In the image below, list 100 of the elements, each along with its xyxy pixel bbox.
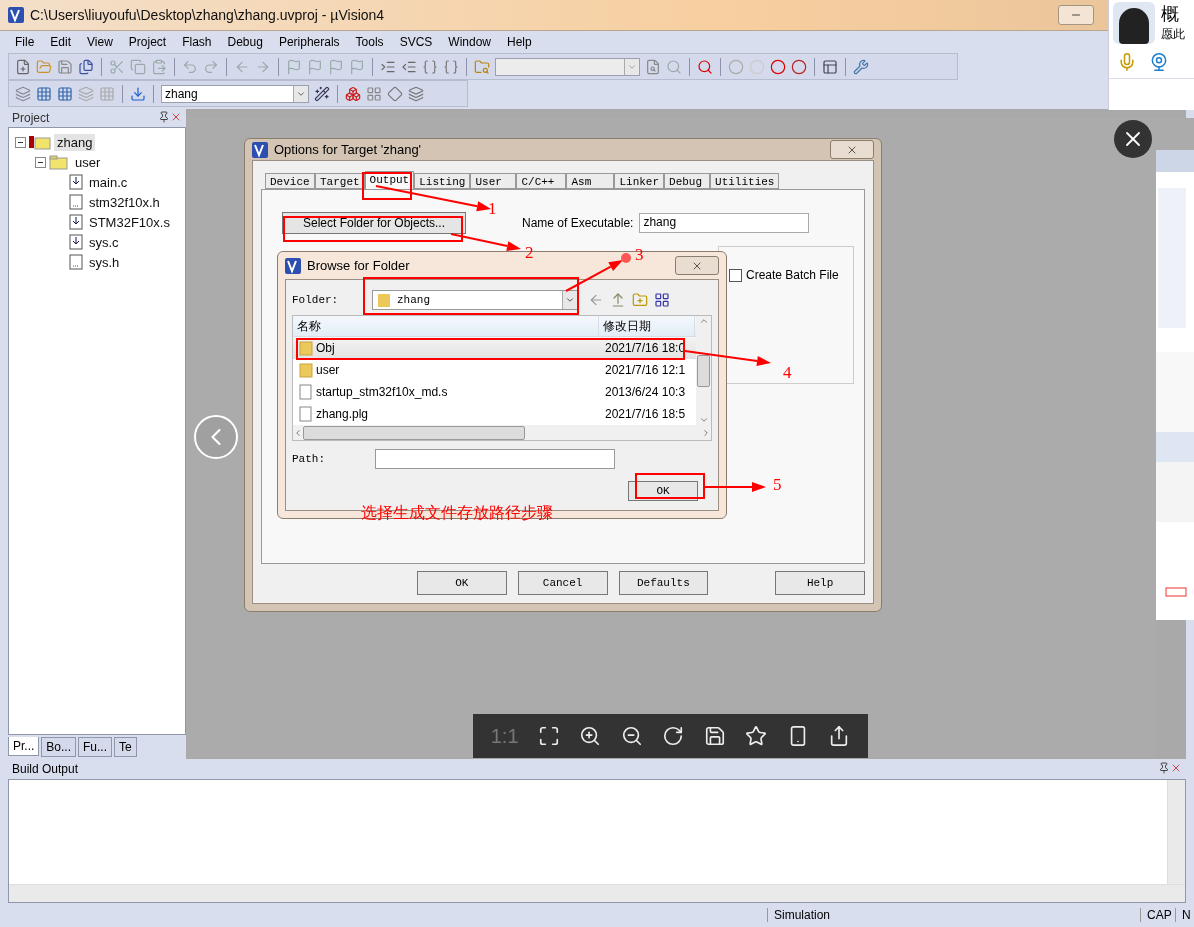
copy-icon[interactable] xyxy=(130,58,146,75)
download-icon[interactable] xyxy=(130,85,146,102)
pin-icon[interactable] xyxy=(158,110,170,123)
tree-item[interactable]: zhang xyxy=(54,133,96,151)
expand-toggle[interactable] xyxy=(35,156,46,168)
previous-button[interactable] xyxy=(194,415,238,459)
search-combo[interactable] xyxy=(495,57,640,76)
grid-icon[interactable] xyxy=(57,85,73,102)
panel-tab[interactable]: Fu... xyxy=(78,737,113,757)
tree-item[interactable]: user xyxy=(72,153,104,171)
grid-icon[interactable] xyxy=(36,85,52,102)
menu-item[interactable]: Project xyxy=(121,33,174,51)
tab[interactable]: Device xyxy=(265,173,315,189)
scrollbar[interactable] xyxy=(293,425,711,440)
tab[interactable]: Target xyxy=(315,173,365,189)
back-icon[interactable] xyxy=(588,292,604,308)
flag-icon[interactable] xyxy=(307,58,323,75)
menu-item[interactable]: Flash xyxy=(175,33,219,51)
new-folder-icon[interactable] xyxy=(632,292,648,308)
undo-icon[interactable] xyxy=(182,58,198,75)
rotate-icon[interactable] xyxy=(662,725,685,747)
pin-icon[interactable] xyxy=(1158,761,1170,774)
dialog-button[interactable]: OK xyxy=(417,571,507,595)
cut-icon[interactable] xyxy=(109,58,125,75)
dialog-button[interactable]: Cancel xyxy=(517,571,608,595)
find-in-files-icon[interactable] xyxy=(474,58,490,75)
scrollbar[interactable] xyxy=(696,316,711,425)
new-file-icon[interactable] xyxy=(15,58,31,75)
open-folder-icon[interactable] xyxy=(36,58,52,75)
minimize-button[interactable] xyxy=(1058,5,1094,25)
save-all-icon[interactable] xyxy=(78,58,94,75)
microphone-icon[interactable] xyxy=(1117,52,1137,72)
flag-icon[interactable] xyxy=(286,58,302,75)
up-folder-icon[interactable] xyxy=(610,292,626,308)
input-field[interactable]: zhang xyxy=(639,213,810,233)
view-menu-icon[interactable] xyxy=(654,292,670,308)
tree-item[interactable]: main.c xyxy=(86,173,131,191)
column-header[interactable]: 修改日期 xyxy=(599,316,695,336)
menu-item[interactable]: Help xyxy=(500,33,539,51)
save-icon[interactable] xyxy=(703,725,726,747)
stack-icon[interactable] xyxy=(78,85,94,102)
circle-icon[interactable] xyxy=(728,58,744,75)
file-row[interactable]: startup_stm32f10x_md.s 2013/6/24 10:3 xyxy=(293,381,696,403)
panel-tab[interactable]: Pr... xyxy=(8,737,40,756)
tree-item[interactable]: sys.h xyxy=(86,253,123,271)
tab[interactable]: User xyxy=(470,173,517,189)
paste-icon[interactable] xyxy=(151,58,167,75)
wrench-icon[interactable] xyxy=(853,58,869,75)
folder-combo[interactable]: zhang xyxy=(372,290,578,310)
blocks-icon[interactable] xyxy=(345,85,361,102)
tab[interactable]: Listing xyxy=(414,173,471,189)
dialog-button[interactable]: Defaults xyxy=(618,571,709,595)
tab[interactable]: Asm xyxy=(566,173,615,189)
file-date: 2021/7/16 12:1 xyxy=(604,363,686,377)
tab[interactable]: Utilities xyxy=(710,173,780,189)
star-icon[interactable] xyxy=(745,725,768,747)
diamond-icon[interactable] xyxy=(387,85,403,102)
menu-item[interactable]: Peripherals xyxy=(271,33,347,51)
camera-icon[interactable] xyxy=(1149,52,1169,72)
tree-item[interactable]: STM32F10x.s xyxy=(86,213,173,231)
checkbox[interactable] xyxy=(729,268,742,282)
stack-icon[interactable] xyxy=(15,85,31,102)
menu-item[interactable]: SVCS xyxy=(392,33,440,51)
flag-icon[interactable] xyxy=(328,58,344,75)
menu-item[interactable]: File xyxy=(8,33,42,51)
flag-icon[interactable] xyxy=(349,58,365,75)
tree-item[interactable]: stm32f10x.h xyxy=(86,193,163,211)
menu-item[interactable]: Window xyxy=(441,33,498,51)
menu-item[interactable]: Tools xyxy=(348,33,391,51)
column-header[interactable]: 名称 xyxy=(293,316,599,336)
tree-item[interactable]: sys.c xyxy=(86,233,122,251)
zoom-out-icon[interactable] xyxy=(620,725,643,747)
wand-icon[interactable] xyxy=(314,85,330,102)
panel-tab[interactable]: Bo... xyxy=(41,737,77,757)
grid-icon[interactable] xyxy=(99,85,115,102)
menu-item[interactable]: Debug xyxy=(220,33,270,51)
panel-tab[interactable]: Te xyxy=(114,737,137,757)
path-field[interactable] xyxy=(375,449,615,469)
menu-item[interactable]: Edit xyxy=(43,33,79,51)
tab[interactable]: C/C++ xyxy=(516,173,567,189)
expand-toggle[interactable] xyxy=(15,136,26,148)
windows-icon[interactable] xyxy=(366,85,382,102)
select-folder-button[interactable]: Select Folder for Objects... xyxy=(282,212,466,234)
redo-icon[interactable] xyxy=(203,58,219,75)
file-row[interactable]: user 2021/7/16 12:1 xyxy=(293,359,696,381)
target-combo[interactable]: zhang xyxy=(161,84,309,103)
file-date: 2013/6/24 10:3 xyxy=(604,385,686,399)
stack-icon[interactable] xyxy=(408,85,424,102)
close-button[interactable] xyxy=(1114,120,1152,158)
zoom-in-icon[interactable] xyxy=(579,725,602,747)
find-icon[interactable] xyxy=(645,58,661,75)
window-icon[interactable] xyxy=(822,58,838,75)
caption: 选择生成文件存放路径步骤 xyxy=(361,503,553,523)
tab[interactable]: Debug xyxy=(664,173,711,189)
tab[interactable]: Linker xyxy=(614,173,665,189)
fit-icon[interactable] xyxy=(538,725,560,747)
panel-title: Build Output xyxy=(12,762,79,776)
menu-item[interactable]: View xyxy=(80,33,120,51)
dialog-button[interactable]: Help xyxy=(775,571,865,595)
file-row[interactable]: zhang.plg 2021/7/16 18:5 xyxy=(293,403,696,425)
